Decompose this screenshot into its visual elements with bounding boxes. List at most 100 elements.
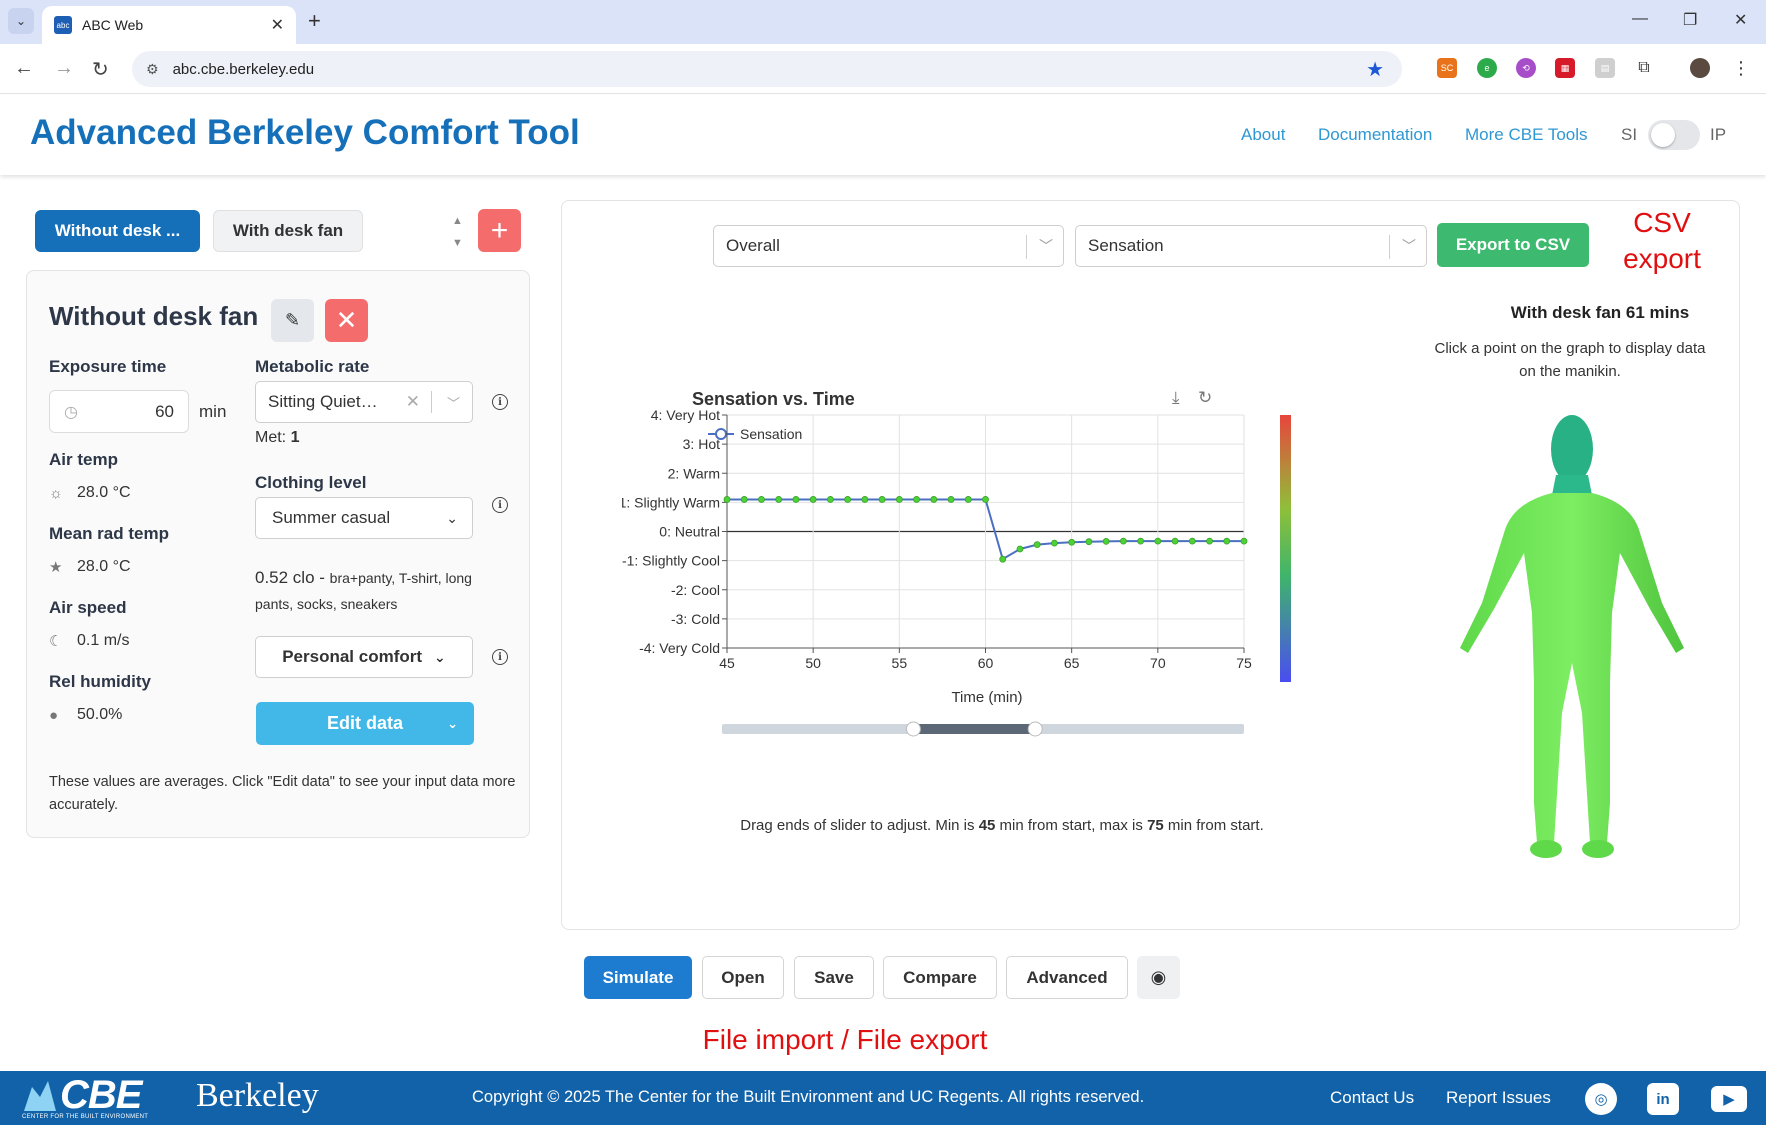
met-label: Metabolic rate	[255, 357, 370, 376]
case-reorder-arrows[interactable]: ▲ ▼	[452, 210, 463, 254]
extension-red-icon[interactable]: ▦	[1555, 58, 1575, 78]
chevron-down-icon[interactable]: ﹀	[447, 393, 460, 412]
reload-icon[interactable]: ↻	[92, 57, 109, 82]
data-point	[1119, 537, 1127, 545]
browser-tab[interactable]: abc ABC Web ✕	[42, 6, 296, 44]
data-point	[895, 496, 903, 503]
y-tick-label: -2: Cool	[671, 582, 720, 598]
case-tab-without-fan[interactable]: Without desk ...	[35, 210, 200, 252]
eye-icon: ◉	[1150, 967, 1167, 987]
y-tick-label: -4: Very Cold	[639, 640, 720, 656]
clo-label: Clothing level	[255, 473, 367, 492]
data-point	[1068, 538, 1076, 546]
page-title: Advanced Berkeley Comfort Tool	[30, 113, 580, 152]
back-icon[interactable]: ←	[14, 57, 34, 80]
omnibox[interactable]: ⚙ abc.cbe.berkeley.edu ★	[132, 51, 1402, 87]
berkeley-logo[interactable]: Berkeley	[196, 1077, 319, 1115]
extensions-puzzle-icon[interactable]: ⧉	[1634, 58, 1654, 78]
met-rate-select[interactable]: Sitting Quiet… ✕ ﹀	[255, 381, 473, 423]
slider-handle-min[interactable]	[905, 721, 921, 737]
file-annotation: File import / File export	[702, 1024, 988, 1055]
linkedin-icon[interactable]: in	[1647, 1083, 1679, 1115]
y-tick-label: 4: Very Hot	[651, 407, 720, 423]
tab-close-icon[interactable]: ✕	[271, 15, 284, 35]
slider-note-post: min from start.	[1163, 817, 1264, 834]
case-tab-with-fan[interactable]: With desk fan	[213, 210, 363, 252]
sun-icon: ☼	[49, 484, 63, 502]
save-button[interactable]: Save	[794, 956, 874, 999]
visibility-button[interactable]: ◉	[1137, 956, 1180, 999]
clothing-select[interactable]: Summer casual ⌄	[255, 497, 473, 539]
forward-icon[interactable]: →	[54, 57, 74, 80]
data-point	[1102, 538, 1110, 545]
extension-doc-icon[interactable]: ▤	[1595, 58, 1615, 78]
arrow-up-icon[interactable]: ▲	[452, 210, 463, 232]
data-point	[999, 555, 1007, 563]
clo-info-icon[interactable]: i	[492, 497, 508, 513]
met-value-row: Met: 1	[255, 429, 299, 447]
chart-grid	[726, 414, 1245, 649]
browser-menu-icon[interactable]: ⋮	[1731, 58, 1751, 78]
delete-case-button[interactable]: ✕	[325, 299, 368, 342]
x-tick-label: 70	[1150, 655, 1166, 671]
profile-avatar[interactable]	[1690, 58, 1710, 78]
compare-button[interactable]: Compare	[883, 956, 997, 999]
clear-icon[interactable]: ✕	[406, 392, 420, 412]
rh-value-row: ● 50.0%	[49, 706, 122, 724]
new-tab-icon[interactable]: +	[308, 8, 321, 34]
extension-sc-icon[interactable]: SC	[1437, 58, 1457, 78]
x-tick-label: 55	[892, 655, 908, 671]
extension-evernote-icon[interactable]: e	[1477, 58, 1497, 78]
close-window-icon[interactable]: ✕	[1734, 10, 1747, 30]
manikin-figure[interactable]	[1442, 413, 1702, 903]
comfort-model-select[interactable]: Personal comfort ⌄	[255, 636, 473, 678]
restore-icon[interactable]: ❐	[1683, 10, 1697, 30]
youtube-icon[interactable]: ▶	[1711, 1086, 1747, 1112]
github-icon[interactable]: ◎	[1585, 1083, 1617, 1115]
bookmark-star-icon[interactable]: ★	[1366, 57, 1384, 82]
unit-toggle[interactable]	[1648, 120, 1700, 150]
clock-icon: ◷	[64, 403, 78, 421]
report-issues-link[interactable]: Report Issues	[1446, 1088, 1551, 1108]
refresh-icon[interactable]: ↻	[1198, 388, 1212, 408]
body-part-dropdown[interactable]: Overall ﹀	[713, 225, 1064, 267]
exposure-time-input[interactable]: ◷ 60	[49, 390, 189, 433]
svg-text:⤓: ⤓	[1172, 388, 1180, 408]
air-temp-label: Air temp	[49, 450, 118, 469]
nav-link-more-tools[interactable]: More CBE Tools	[1465, 125, 1588, 145]
time-range-slider[interactable]	[722, 721, 1244, 737]
csv-annotation-line2: export	[1623, 243, 1701, 274]
data-point	[1240, 537, 1248, 545]
edit-data-button[interactable]: Edit data ⌄	[256, 702, 474, 745]
extension-purple-icon[interactable]: ⟲	[1516, 58, 1536, 78]
favicon-icon: abc	[54, 16, 72, 34]
open-button[interactable]: Open	[702, 956, 784, 999]
data-point	[1206, 537, 1213, 545]
comfort-info-icon[interactable]: i	[492, 649, 508, 665]
add-case-button[interactable]: +	[478, 209, 521, 252]
download-icon[interactable]: ⤓	[1172, 388, 1180, 408]
data-point	[723, 496, 731, 503]
data-point	[930, 496, 938, 503]
tab-search-button[interactable]: ⌄	[8, 8, 34, 34]
minimize-icon[interactable]: —	[1632, 10, 1648, 28]
sensation-chart[interactable]: Sensation vs. Time ⤓ ↻ Sensation 4: Very…	[622, 371, 1342, 811]
x-tick-label: 75	[1236, 655, 1252, 671]
data-point	[826, 496, 834, 503]
chart-legend[interactable]: Sensation	[708, 426, 802, 442]
speed-icon: ☾	[49, 633, 63, 650]
slider-handle-max[interactable]	[1027, 721, 1043, 737]
advanced-button[interactable]: Advanced	[1006, 956, 1128, 999]
contact-link[interactable]: Contact Us	[1330, 1088, 1414, 1108]
cbe-logo[interactable]: CBE	[60, 1073, 142, 1118]
met-info-icon[interactable]: i	[492, 394, 508, 410]
metric-dropdown[interactable]: Sensation ﹀	[1075, 225, 1427, 267]
site-info-icon[interactable]: ⚙	[146, 61, 159, 78]
nav-link-about[interactable]: About	[1241, 125, 1285, 145]
export-csv-button[interactable]: Export to CSV	[1437, 223, 1589, 267]
nav-link-documentation[interactable]: Documentation	[1318, 125, 1432, 145]
arrow-down-icon[interactable]: ▼	[452, 232, 463, 254]
slider-note-mid: min from start, max is	[995, 817, 1148, 834]
edit-name-button[interactable]: ✎	[271, 299, 314, 342]
simulate-button[interactable]: Simulate	[584, 956, 692, 999]
